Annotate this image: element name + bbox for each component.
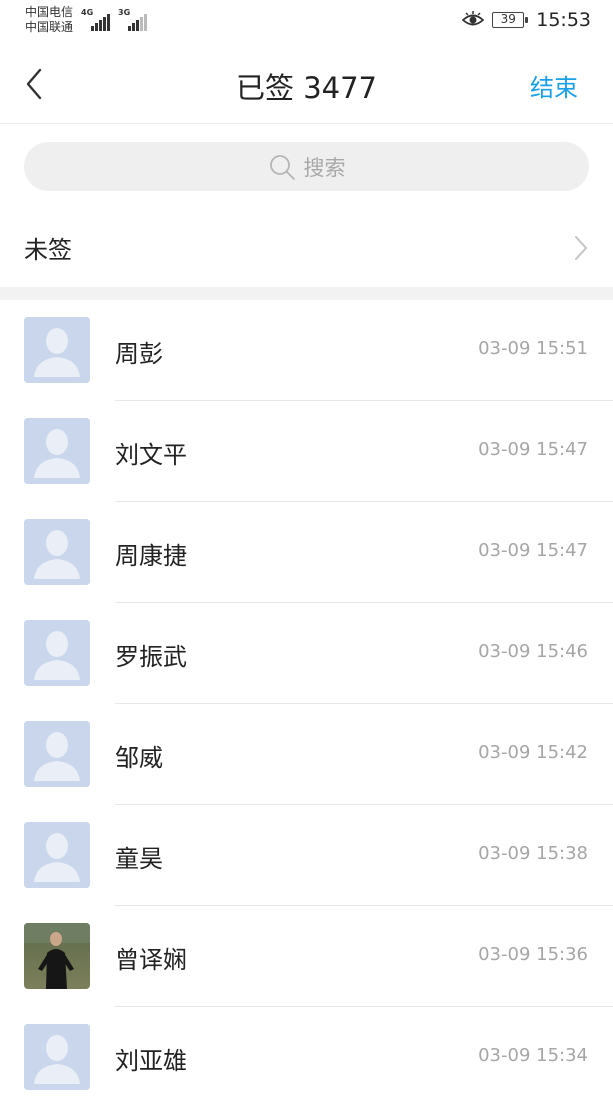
avatar [24, 620, 90, 686]
list-item[interactable]: 周彭 03-09 15:51 [0, 300, 613, 401]
avatar [24, 317, 90, 383]
avatar-photo [24, 923, 90, 989]
signal-3g-icon: 3G [118, 8, 147, 31]
carrier-1: 中国电信 [25, 5, 74, 19]
member-name: 周彭 [115, 340, 163, 368]
page-title: 已签 3477 [235, 71, 378, 105]
carrier-2: 中国联通 [25, 20, 74, 34]
avatar-placeholder-icon [24, 317, 90, 383]
sign-time: 03-09 15:47 [478, 439, 588, 460]
member-name: 周康捷 [115, 542, 187, 570]
list-item[interactable]: 周康捷 03-09 15:47 [0, 502, 613, 603]
avatar [24, 418, 90, 484]
search-bar[interactable]: 搜索 [24, 142, 589, 191]
avatar-placeholder-icon [24, 418, 90, 484]
member-name: 邹威 [115, 744, 163, 772]
carrier-info: 中国电信 中国联通 [25, 5, 73, 35]
avatar-placeholder-icon [24, 620, 90, 686]
end-button[interactable]: 结束 [530, 68, 578, 103]
sign-time: 03-09 15:36 [478, 944, 588, 965]
sign-time: 03-09 15:42 [478, 742, 588, 763]
unsigned-label: 未签 [24, 236, 72, 264]
header: 已签 3477 结束 [0, 44, 613, 124]
unsigned-row[interactable]: 未签 [0, 207, 613, 287]
sign-time: 03-09 15:34 [478, 1045, 588, 1066]
avatar [24, 1024, 90, 1090]
avatar-placeholder-icon [24, 822, 90, 888]
member-name: 曾译娴 [115, 946, 187, 974]
search-icon [269, 154, 295, 180]
network-1-label: 4G [81, 8, 94, 17]
sign-time: 03-09 15:38 [478, 843, 588, 864]
status-bar: 中国电信 中国联通 4G 3G 39 15:53 [0, 0, 613, 44]
member-name: 刘亚雄 [115, 1047, 187, 1075]
avatar-placeholder-icon [24, 721, 90, 787]
signed-list: 周彭 03-09 15:51 刘文平 03-09 15:47 周康捷 03-09… [0, 300, 613, 1103]
signal-bars-icon [91, 11, 110, 31]
member-name: 童昊 [115, 845, 163, 873]
network-2-label: 3G [118, 8, 131, 17]
attendance-page: 中国电信 中国联通 4G 3G 39 15:53 已签 3477 结束 搜索 未… [0, 0, 613, 1103]
list-item[interactable]: 刘亚雄 03-09 15:34 [0, 1007, 613, 1103]
list-item[interactable]: 邹威 03-09 15:42 [0, 704, 613, 805]
section-divider [0, 287, 613, 300]
avatar [24, 721, 90, 787]
avatar-placeholder-icon [24, 1024, 90, 1090]
eye-comfort-icon [462, 11, 485, 26]
list-item[interactable]: 罗振武 03-09 15:46 [0, 603, 613, 704]
avatar-placeholder-icon [24, 519, 90, 585]
sign-time: 03-09 15:47 [478, 540, 588, 561]
status-clock: 15:53 [536, 9, 591, 31]
avatar [24, 519, 90, 585]
member-name: 罗振武 [115, 643, 187, 671]
battery-icon: 39 [492, 12, 529, 28]
list-item[interactable]: 曾译娴 03-09 15:36 [0, 906, 613, 1007]
battery-level: 39 [500, 12, 516, 26]
chevron-right-icon [575, 236, 587, 260]
avatar [24, 822, 90, 888]
signal-4g-icon: 4G [81, 8, 110, 31]
avatar [24, 923, 90, 989]
sign-time: 03-09 15:46 [478, 641, 588, 662]
list-item[interactable]: 刘文平 03-09 15:47 [0, 401, 613, 502]
member-name: 刘文平 [115, 441, 187, 469]
list-item[interactable]: 童昊 03-09 15:38 [0, 805, 613, 906]
sign-time: 03-09 15:51 [478, 338, 588, 359]
search-placeholder: 搜索 [303, 155, 346, 180]
status-right: 39 15:53 [462, 9, 591, 31]
signal-bars-icon [128, 11, 147, 31]
